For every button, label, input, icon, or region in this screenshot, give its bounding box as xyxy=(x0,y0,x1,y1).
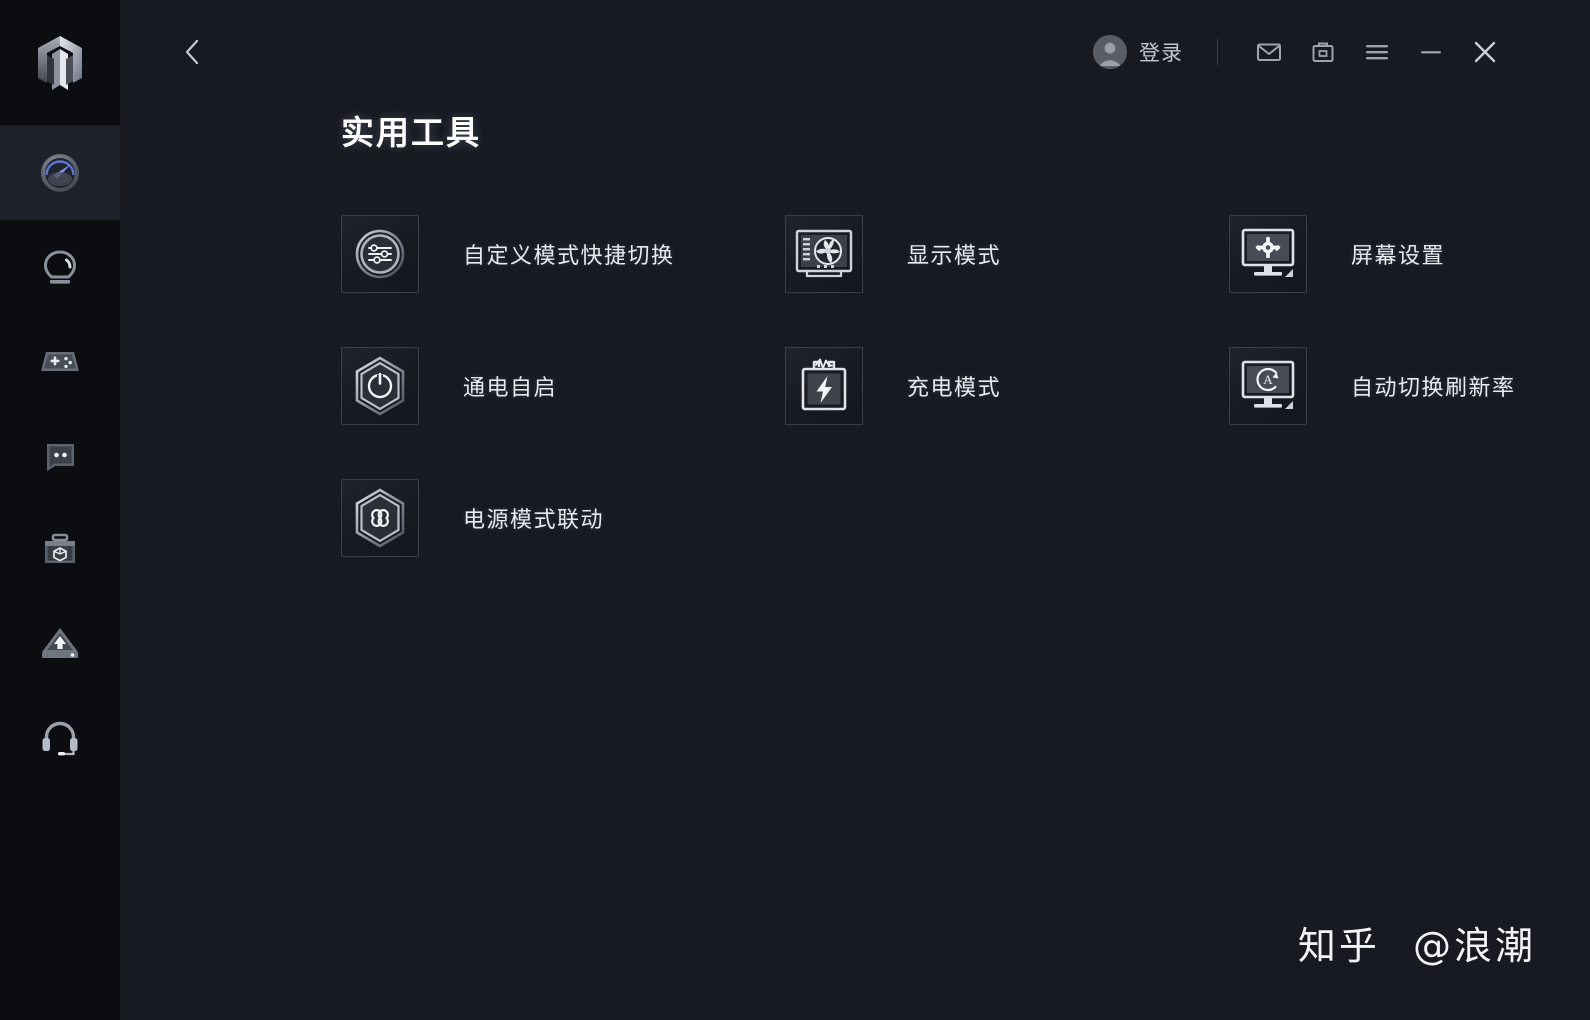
page-title: 实用工具 xyxy=(341,114,481,151)
sidebar-item-dashboard[interactable] xyxy=(0,126,120,220)
close-button[interactable] xyxy=(1460,27,1510,77)
briefcase-icon xyxy=(1312,42,1334,62)
svg-text:A: A xyxy=(1263,372,1273,387)
monitor-gear-icon xyxy=(1229,215,1307,293)
sidebar-item-store[interactable] xyxy=(0,502,120,596)
toolbox-button[interactable] xyxy=(1298,27,1348,77)
battery-bolt-icon xyxy=(785,347,863,425)
tile-custom-mode-switch[interactable]: 自定义模式快捷切换 xyxy=(341,214,785,294)
gpu-fan-icon xyxy=(785,215,863,293)
tile-display-mode[interactable]: 显示模式 xyxy=(785,214,1229,294)
sidebar-item-lighting[interactable] xyxy=(0,220,120,314)
headset-icon xyxy=(33,710,87,764)
legion-logo-icon[interactable] xyxy=(0,0,120,126)
minimize-icon xyxy=(1421,51,1441,54)
chevron-left-icon xyxy=(185,39,199,65)
mail-icon xyxy=(1257,43,1281,61)
chat-bubble-icon xyxy=(33,428,87,482)
menu-button[interactable] xyxy=(1352,27,1402,77)
minimize-button[interactable] xyxy=(1406,27,1456,77)
tile-label: 电源模式联动 xyxy=(463,507,605,532)
tile-label: 自定义模式快捷切换 xyxy=(463,243,675,268)
watermark-site: 知乎 xyxy=(1297,924,1380,968)
sidebar-item-community[interactable] xyxy=(0,408,120,502)
upload-drive-icon xyxy=(33,616,87,670)
tile-power-on-auto-start[interactable]: 通电自启 xyxy=(341,346,785,426)
utility-tools-grid: 自定义模式快捷切换 显示模式 屏幕设置 通电自启 充电模式 A 自动切换刷新率 … xyxy=(341,214,1521,610)
hamburger-menu-icon xyxy=(1366,45,1388,60)
sidebar xyxy=(0,0,120,1020)
hex-power-icon xyxy=(341,347,419,425)
mail-button[interactable] xyxy=(1244,27,1294,77)
window-header: 登录 xyxy=(120,0,1590,104)
header-actions: 登录 xyxy=(1093,0,1510,104)
toolbox-icon xyxy=(33,522,87,576)
tile-screen-settings[interactable]: 屏幕设置 xyxy=(1229,214,1521,294)
lightbulb-icon xyxy=(33,240,87,294)
watermark-handle: @浪潮 xyxy=(1412,924,1536,968)
close-icon xyxy=(1474,41,1496,63)
main-content: 登录 实用工具 自定义模式快捷切换 显示模式 屏幕设置 通电自启 充电模式 A … xyxy=(120,0,1590,1020)
sidebar-item-support[interactable] xyxy=(0,690,120,784)
tile-auto-refresh-rate[interactable]: A 自动切换刷新率 xyxy=(1229,346,1521,426)
tile-power-mode-link[interactable]: 电源模式联动 xyxy=(341,478,785,558)
tile-label: 充电模式 xyxy=(907,375,1002,400)
gauge-icon xyxy=(33,146,87,200)
header-divider xyxy=(1217,39,1218,65)
sidebar-item-upgrade[interactable] xyxy=(0,596,120,690)
gamepad-icon xyxy=(33,334,87,388)
tile-label: 显示模式 xyxy=(907,243,1002,268)
account-login-button[interactable]: 登录 xyxy=(1093,35,1183,69)
user-avatar-icon xyxy=(1093,35,1127,69)
watermark: 知乎 @浪潮 xyxy=(1298,915,1536,970)
monitor-auto-icon: A xyxy=(1229,347,1307,425)
sidebar-item-games[interactable] xyxy=(0,314,120,408)
login-label: 登录 xyxy=(1139,42,1183,65)
sliders-circle-icon xyxy=(341,215,419,293)
tile-label: 通电自启 xyxy=(463,375,558,400)
back-button[interactable] xyxy=(174,34,210,70)
tile-label: 屏幕设置 xyxy=(1351,243,1446,268)
hex-infinity-icon xyxy=(341,479,419,557)
tile-charging-mode[interactable]: 充电模式 xyxy=(785,346,1229,426)
tile-label: 自动切换刷新率 xyxy=(1351,375,1516,400)
app-window: 登录 实用工具 自定义模式快捷切换 显示模式 屏幕设置 通电自启 充电模式 A … xyxy=(0,0,1590,1020)
